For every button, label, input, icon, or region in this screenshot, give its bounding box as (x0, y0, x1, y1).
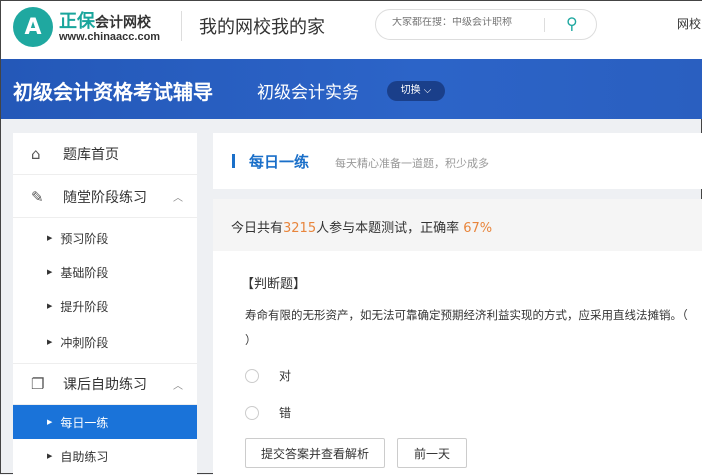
sidebar-item-self-practice[interactable]: ▶ 自助练习 (13, 439, 197, 473)
sidebar-section-stage[interactable]: ✎ 随堂阶段练习 ︿ (13, 176, 197, 218)
option-true[interactable]: 对 (245, 367, 291, 384)
title-accent-bar (232, 154, 235, 168)
triangle-right-icon: ▶ (47, 418, 53, 426)
page-subtitle: 每天精心准备一道题，积少成多 (335, 157, 489, 170)
question-text: 寿命有限的无形资产，如无法可靠确定预期经济利益实现的方式，应采用直线法摊销。（ … (245, 308, 688, 347)
home-icon: ⌂ (31, 144, 41, 163)
sidebar-item-label: 每日一练 (60, 415, 109, 430)
sidebar-section-self[interactable]: ❐ 课后自助练习 ︿ (13, 363, 197, 405)
search-box: ⚲ (375, 9, 597, 40)
triangle-right-icon: ▶ (47, 268, 53, 276)
question-card: 【判断题】 寿命有限的无形资产，如无法可靠确定预期经济利益实现的方式，应采用直线… (213, 251, 702, 475)
search-input[interactable] (392, 17, 542, 28)
search-icon[interactable]: ⚲ (566, 14, 578, 33)
top-header: A 正保会计网校 www.chinaacc.com 我的网校我的家 ⚲ 网校 (1, 1, 702, 59)
chevron-up-icon: ︿ (173, 193, 183, 204)
question-type: 【判断题】 (241, 277, 307, 292)
previous-day-button[interactable]: 前一天 (397, 438, 467, 468)
sidebar-item-label: 预习阶段 (60, 231, 109, 246)
sidebar-item-improve[interactable]: ▶ 提升阶段 (13, 289, 197, 323)
participant-count: 3215 (283, 221, 317, 236)
stats-bar: 今日共有3215人参与本题测试，正确率 67% (213, 199, 702, 251)
triangle-right-icon: ▶ (47, 452, 53, 460)
pen-icon: ✎ (31, 187, 44, 206)
sidebar-item-basic[interactable]: ▶ 基础阶段 (13, 255, 197, 289)
switch-button[interactable]: 切换 ⌵ (387, 81, 445, 101)
sidebar-item-label: 随堂阶段练习 (63, 189, 147, 206)
divider (181, 11, 182, 41)
sidebar-item-label: 自助练习 (60, 449, 109, 464)
divider (544, 18, 545, 32)
chevron-up-icon: ︿ (173, 380, 183, 392)
brand-url: www.chinaacc.com (59, 31, 161, 43)
sidebar-item-label: 题库首页 (63, 146, 119, 163)
logo-icon[interactable]: A (13, 7, 53, 47)
radio-button[interactable] (245, 368, 259, 383)
sidebar-item-home[interactable]: ⌂ 题库首页 (13, 133, 197, 175)
page-title: 每日一练 (249, 153, 310, 171)
sidebar-item-label: 冲刺阶段 (60, 335, 109, 350)
nav-link[interactable]: 网校 (677, 15, 701, 32)
sidebar-item-label: 提升阶段 (60, 299, 109, 314)
sidebar-item-label: 基础阶段 (60, 265, 109, 280)
subject-title: 初级会计实务 (257, 83, 359, 103)
radio-button[interactable] (245, 405, 259, 420)
sidebar-item-label: 课后自助练习 (63, 377, 147, 393)
stats-middle: 人参与本题测试，正确率 (316, 221, 464, 236)
brand-sub: 会计网校 (95, 15, 151, 31)
triangle-right-icon: ▶ (47, 338, 53, 346)
triangle-right-icon: ▶ (47, 234, 53, 242)
triangle-right-icon: ▶ (47, 302, 53, 310)
sidebar-item-sprint[interactable]: ▶ 冲刺阶段 (13, 325, 197, 359)
correct-rate: 67% (463, 221, 493, 236)
brand-main: 正保 (59, 11, 95, 32)
slogan: 我的网校我的家 (199, 17, 325, 38)
stats-prefix: 今日共有 (231, 221, 284, 236)
sidebar-item-preview[interactable]: ▶ 预习阶段 (13, 221, 197, 255)
banner: 初级会计资格考试辅导 初级会计实务 切换 ⌵ (1, 59, 702, 119)
sidebar: ⌂ 题库首页 ✎ 随堂阶段练习 ︿ ▶ 预习阶段 ▶ 基础阶段 ▶ 提升阶段 ▶ 冲刺阶段 ❐… (13, 133, 197, 475)
option-label: 错 (279, 406, 292, 420)
option-label: 对 (279, 369, 292, 383)
daily-header: 每日一练 每天精心准备一道题，积少成多 (213, 133, 702, 189)
banner-title: 初级会计资格考试辅导 (13, 80, 213, 104)
option-false[interactable]: 错 (245, 404, 291, 421)
book-icon: ❐ (31, 375, 45, 393)
submit-button[interactable]: 提交答案并查看解析 (245, 438, 385, 468)
brand-name[interactable]: 正保会计网校 (59, 7, 151, 33)
sidebar-item-daily[interactable]: ▶ 每日一练 (13, 405, 197, 439)
